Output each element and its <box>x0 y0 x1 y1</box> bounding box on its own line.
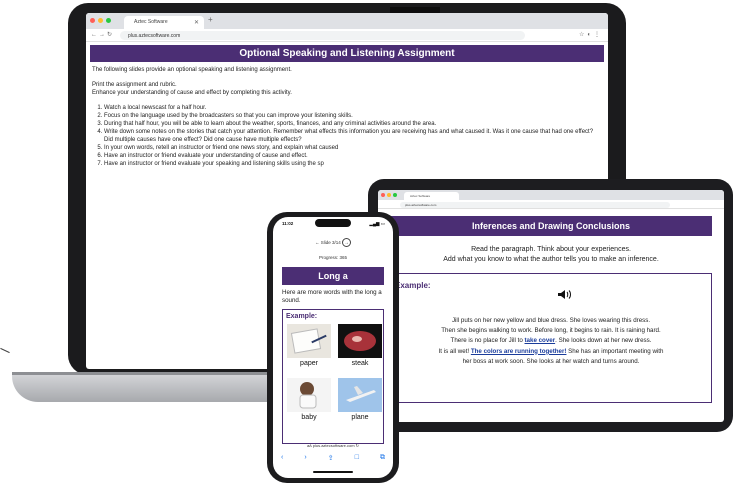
instructions: Read the paragraph. Think about your exp… <box>390 245 712 265</box>
url-text: plus.aztecsoftware.com <box>128 33 181 39</box>
page-title: Long a <box>282 267 384 285</box>
address-row: plus.aztecsoftware.com <box>378 200 724 209</box>
next-slide-icon[interactable]: → <box>342 238 352 247</box>
list-item: Have an instructor or friend evaluate yo… <box>104 160 602 168</box>
tab-title: Aztec Software <box>410 194 431 198</box>
address-row: ←→↻ plus.aztecsoftware.com ☆◐⋮ <box>86 29 608 42</box>
list-item: Focus on the language used by the broadc… <box>104 112 602 120</box>
status-bar: 11:02 ▂▄▆ ▭ <box>273 217 393 229</box>
example-paragraph: Jill puts on her new yellow and blue dre… <box>391 316 711 367</box>
back-icon[interactable]: ‹ <box>281 454 283 462</box>
list-item: Watch a local newscast for a half hour. <box>104 104 602 112</box>
url-bar[interactable]: aA plus.aztecsoftware.com ↻ <box>273 443 393 448</box>
maximize-window-icon[interactable] <box>393 193 397 197</box>
assignment-text: The following slides provide an optional… <box>90 62 604 168</box>
list-item: Have an instructor or friend evaluate yo… <box>104 152 602 160</box>
tabs-icon[interactable]: ⧉ <box>380 454 385 462</box>
steps-list: Watch a local newscast for a half hour. … <box>92 104 602 168</box>
status-time: 11:02 <box>282 221 294 226</box>
share-icon[interactable]: ⇪ <box>328 454 334 462</box>
phone-toolbar: ‹ › ⇪ □ ⧉ <box>281 454 385 462</box>
browser-tabstrip: Aztec Software ✕ + <box>86 13 608 29</box>
tablet-screen: Aztec Software plus.aztecsoftware.com In… <box>378 190 724 422</box>
paragraph-text: . She looks down at her new dress. <box>555 337 652 345</box>
maximize-window-icon[interactable] <box>106 18 111 23</box>
minimize-window-icon[interactable] <box>387 193 391 197</box>
take-cover-link[interactable]: take cover <box>525 337 556 344</box>
progress-text: Progress: 365 <box>318 255 347 260</box>
window-controls[interactable] <box>90 18 111 23</box>
url-bar[interactable]: plus.aztecsoftware.com <box>400 202 670 208</box>
steak-image <box>338 324 382 358</box>
page-title: Optional Speaking and Listening Assignme… <box>90 45 604 62</box>
colors-running-link[interactable]: The colors are running together! <box>471 348 567 355</box>
example-label: Example: <box>286 313 318 320</box>
paragraph-line: It is all wet! The colors are running to… <box>391 347 711 357</box>
list-item: During that half hour, you will be able … <box>104 120 602 128</box>
decorative-line <box>0 347 10 354</box>
paragraph-line: her boss at work soon. She looks at her … <box>462 357 640 365</box>
intro-text: Here are more words with the long a soun… <box>282 289 382 304</box>
word-label: plane <box>351 414 369 421</box>
paragraph-text: It is all wet! <box>438 347 471 355</box>
paragraph-text: There is no place for Jill to <box>450 337 525 345</box>
paragraph-text: She has an important meeting with <box>566 347 664 355</box>
example-box: Example: paper steak baby plane <box>282 309 384 444</box>
url-text: plus.aztecsoftware.com <box>405 203 437 207</box>
dynamic-island <box>315 219 351 227</box>
laptop-page: Optional Speaking and Listening Assignme… <box>86 42 608 171</box>
intro-text: The following slides provide an optional… <box>92 67 292 73</box>
url-text: plus.aztecsoftware.com <box>312 443 355 448</box>
paragraph-line: Jill puts on her new yellow and blue dre… <box>451 317 651 324</box>
plane-image <box>338 378 382 412</box>
list-item: Write down some notes on the stories tha… <box>104 128 602 144</box>
toolbar-icons[interactable]: ☆◐⋮ <box>579 31 603 38</box>
nav-buttons[interactable]: ←→↻ <box>91 31 114 38</box>
close-window-icon[interactable] <box>90 18 95 23</box>
new-tab-icon[interactable]: + <box>208 15 213 24</box>
paper-image <box>287 324 331 358</box>
phone-screen: 11:02 ▂▄▆ ▭ ← Slide 3/14 → Progress: 365… <box>273 217 393 478</box>
word-label: baby <box>301 414 317 421</box>
prev-slide-icon[interactable]: ← <box>315 240 320 245</box>
forward-icon[interactable]: › <box>304 454 306 462</box>
paragraph-line: Then she begins walking to work. Before … <box>441 327 661 335</box>
home-indicator <box>313 471 353 473</box>
slide-label: Slide 3/14 <box>320 240 341 245</box>
text-size-button[interactable]: aA <box>307 443 312 448</box>
window-controls[interactable] <box>381 193 397 197</box>
speaker-icon[interactable] <box>557 289 571 303</box>
reload-icon[interactable]: ↻ <box>356 443 359 448</box>
list-item: In your own words, retell an instructor … <box>104 144 602 152</box>
enhance-line: Enhance your understanding of cause and … <box>92 90 292 96</box>
devices-composite: Aztec Software ✕ + ←→↻ plus.aztecsoftwar… <box>0 0 739 485</box>
tablet-tabstrip: Aztec Software <box>378 190 724 200</box>
slide-nav: ← Slide 3/14 → <box>273 238 393 247</box>
bookmarks-icon[interactable]: □ <box>355 454 359 462</box>
minimize-window-icon[interactable] <box>98 18 103 23</box>
print-line: Print the assignment and rubric. <box>92 82 177 88</box>
word-label: steak <box>351 360 369 367</box>
paragraph-line: There is no place for Jill to take cover… <box>391 336 711 346</box>
signal-battery-icon: ▂▄▆ ▭ <box>369 221 385 226</box>
url-bar[interactable]: plus.aztecsoftware.com <box>120 31 525 40</box>
page-title: Inferences and Drawing Conclusions <box>390 216 712 236</box>
browser-tab[interactable]: Aztec Software <box>404 192 459 200</box>
word-label: paper <box>300 360 318 367</box>
tab-title: Aztec Software <box>134 19 168 25</box>
close-window-icon[interactable] <box>381 193 385 197</box>
browser-tab[interactable]: Aztec Software ✕ <box>124 16 204 29</box>
tablet-page: Inferences and Drawing Conclusions Read … <box>378 209 724 403</box>
tab-close-icon[interactable]: ✕ <box>194 19 199 26</box>
example-label: Example: <box>395 281 431 290</box>
instruction-line: Read the paragraph. Think about your exp… <box>471 246 631 253</box>
baby-image <box>287 378 331 412</box>
instruction-line: Add what you know to what the author tel… <box>443 256 659 263</box>
example-box: Example: Jill puts on her new yellow and… <box>390 273 712 403</box>
